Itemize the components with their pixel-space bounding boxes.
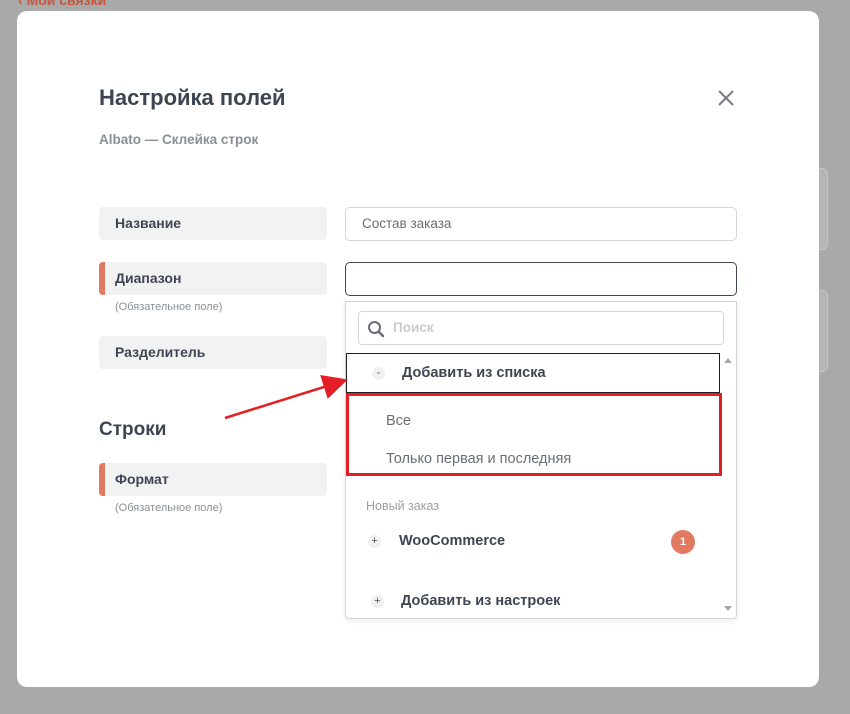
rows-section-title: Строки	[99, 419, 167, 440]
back-link-label: Мои связки	[26, 0, 107, 8]
required-note: (Обязательное поле)	[115, 301, 223, 313]
field-label-range-text: Диапазон	[115, 270, 182, 286]
field-label-format: Формат	[99, 463, 327, 496]
modal-subtitle: Albato — Склейка строк	[99, 132, 259, 147]
expand-icon[interactable]: +	[368, 535, 381, 548]
dropdown-scrollbar[interactable]	[720, 353, 736, 618]
required-note: (Обязательное поле)	[115, 502, 223, 514]
group-add-from-list[interactable]: - Добавить из списка	[346, 353, 720, 393]
category-label: Новый заказ	[366, 499, 440, 513]
modal-title: Настройка полей	[99, 85, 286, 110]
field-label-format-text: Формат	[115, 471, 169, 487]
name-input[interactable]: Состав заказа	[345, 207, 737, 241]
collapse-icon[interactable]: -	[372, 367, 385, 380]
option-all[interactable]: Все	[386, 413, 411, 429]
field-settings-modal: Настройка полей Albato — Склейка строк Н…	[17, 11, 819, 687]
range-input[interactable]	[345, 262, 737, 296]
scroll-down-icon[interactable]	[724, 606, 732, 611]
expand-icon[interactable]: +	[371, 595, 384, 608]
close-icon[interactable]	[715, 87, 737, 109]
item-label: Добавить из настроек	[401, 593, 561, 609]
field-label-range: Диапазон	[99, 262, 327, 295]
count-badge: 1	[671, 530, 695, 554]
group-label: Добавить из списка	[402, 365, 546, 381]
dropdown-search[interactable]: Поиск	[358, 311, 724, 345]
back-link[interactable]: ‹ Мои связки	[18, 0, 106, 8]
scroll-up-icon[interactable]	[724, 358, 732, 363]
item-label: WooCommerce	[399, 533, 506, 549]
search-placeholder: Поиск	[393, 320, 434, 335]
field-label-name: Название	[99, 207, 327, 240]
field-label-separator: Разделитель	[99, 336, 327, 369]
range-dropdown: Поиск - Добавить из списка Все Только пе…	[345, 301, 737, 619]
search-icon	[368, 321, 385, 338]
option-first-and-last[interactable]: Только первая и последняя	[386, 451, 571, 467]
